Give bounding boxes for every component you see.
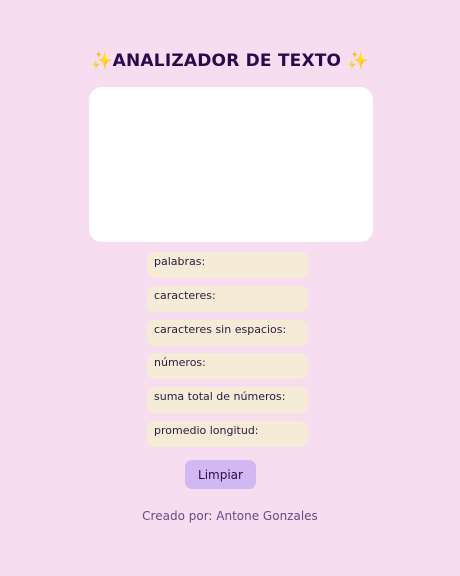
footer-credit: Creado por: Antone Gonzales — [142, 509, 318, 523]
stats-list: palabras: caracteres: caracteres sin esp… — [147, 252, 308, 455]
page-title: ✨ANALIZADOR DE TEXTO ✨ — [91, 51, 369, 72]
stat-numbers-sum: suma total de números: — [147, 387, 308, 414]
clear-button[interactable]: Limpiar — [185, 460, 256, 489]
stat-characters: caracteres: — [147, 285, 308, 312]
stat-characters-no-spaces: caracteres sin espacios: — [147, 319, 308, 346]
text-input[interactable] — [89, 87, 373, 242]
stat-words: palabras: — [147, 252, 308, 278]
stat-numbers: números: — [147, 353, 308, 380]
stat-average-length: promedio longitud: — [147, 420, 308, 447]
